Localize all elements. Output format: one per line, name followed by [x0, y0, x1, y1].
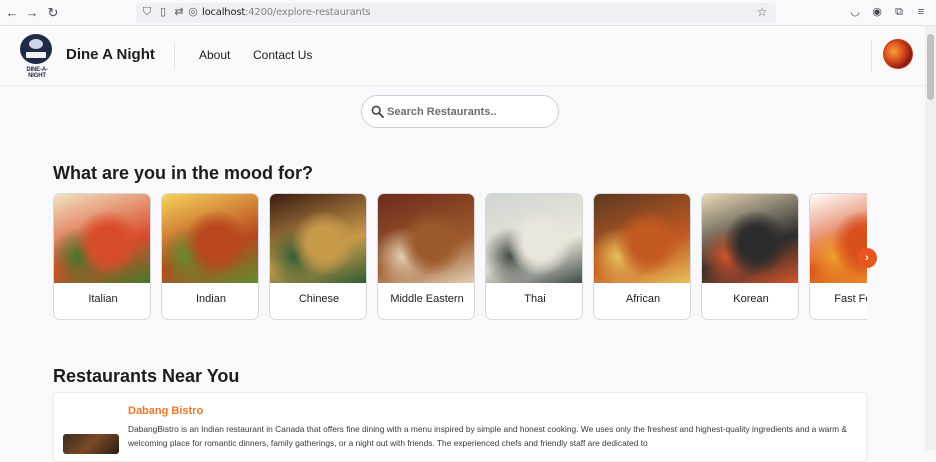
carousel-next-button[interactable]: › [857, 248, 877, 268]
restaurant-card[interactable]: Dabang Bistro DabangBistro is an Indian … [53, 392, 867, 462]
cuisine-label: Indian [196, 293, 226, 305]
pocket-icon[interactable]: ◡ [848, 5, 862, 19]
logo-caption: DINE-A-NIGHT [26, 67, 48, 79]
header-divider-right [871, 40, 872, 72]
mood-section-title: What are you in the mood for? [53, 163, 313, 183]
logo[interactable]: DINE-A-NIGHT [18, 34, 56, 79]
restaurant-image[interactable] [63, 434, 119, 454]
cuisine-card-middle-eastern[interactable]: Middle Eastern [377, 193, 475, 320]
cuisine-image [270, 194, 366, 283]
logo-emblem [20, 34, 52, 64]
cuisine-label: Middle Eastern [390, 293, 464, 305]
cuisine-image [162, 194, 258, 283]
nav-link-about[interactable]: About [199, 48, 230, 62]
address-bar[interactable]: ⛉ ▯ ⇄ ◎ localhost:4200/explore-restauran… [136, 3, 776, 23]
cuisine-carousel: Italian Indian Chinese Middle Eastern Thai Af… [53, 193, 867, 323]
cuisine-card-italian[interactable]: Italian [53, 193, 151, 320]
cuisine-image [810, 194, 867, 283]
cuisine-image [594, 194, 690, 283]
cuisine-label: African [625, 293, 661, 305]
forward-icon[interactable]: → [24, 5, 40, 21]
cuisine-card-indian[interactable]: Indian [161, 193, 259, 320]
restaurants-section-title: Restaurants Near You [53, 366, 240, 386]
cuisine-label: Chinese [298, 293, 340, 305]
back-icon[interactable]: ← [4, 5, 20, 21]
shield-icon[interactable]: ⛉ [141, 6, 153, 19]
url-text[interactable]: localhost:4200/explore-restaurants [202, 7, 371, 18]
menu-icon[interactable]: ≡ [914, 5, 928, 19]
search-icon [371, 105, 384, 118]
reload-icon[interactable]: ↻ [45, 5, 61, 21]
search-input[interactable] [387, 102, 552, 122]
chevron-right-icon: › [865, 252, 869, 264]
restaurant-name[interactable]: Dabang Bistro [128, 405, 203, 417]
location-icon[interactable]: ◎ [187, 6, 199, 19]
cuisine-label: Thai [524, 293, 546, 305]
bookmark-star-icon[interactable]: ☆ [756, 6, 768, 19]
cuisine-label: Korean [733, 293, 769, 305]
app-header: DINE-A-NIGHT Dine A Night About Contact … [0, 26, 925, 86]
cuisine-card-african[interactable]: African [593, 193, 691, 320]
cuisine-card-korean[interactable]: Korean [701, 193, 799, 320]
cuisine-image [702, 194, 798, 283]
avatar[interactable] [883, 39, 913, 69]
permissions-icon[interactable]: ⇄ [173, 6, 185, 19]
header-divider [174, 42, 175, 70]
browser-toolbar: ← → ↻ ⛉ ▯ ⇄ ◎ localhost:4200/explore-res… [0, 0, 936, 26]
cuisine-image [54, 194, 150, 283]
page-icon: ▯ [159, 6, 167, 18]
cuisine-image [378, 194, 474, 283]
cuisine-label: Italian [88, 293, 118, 305]
cuisine-card-thai[interactable]: Thai [485, 193, 583, 320]
search-box[interactable] [361, 95, 559, 128]
restaurant-description: DabangBistro is an Indian restaurant in … [128, 424, 847, 448]
url-path: :4200/explore-restaurants [245, 7, 371, 18]
cuisine-label: Fast Food [834, 293, 867, 305]
page-scrollbar[interactable] [925, 26, 936, 450]
cuisine-card-chinese[interactable]: Chinese [269, 193, 367, 320]
brand-name[interactable]: Dine A Night [66, 46, 155, 63]
extensions-icon[interactable]: ⧉ [892, 5, 906, 19]
cuisine-image [486, 194, 582, 283]
nav-link-contact-us[interactable]: Contact Us [253, 48, 312, 62]
url-host: localhost [202, 7, 246, 18]
account-icon[interactable]: ◉ [870, 5, 884, 19]
scrollbar-thumb[interactable] [927, 34, 934, 100]
